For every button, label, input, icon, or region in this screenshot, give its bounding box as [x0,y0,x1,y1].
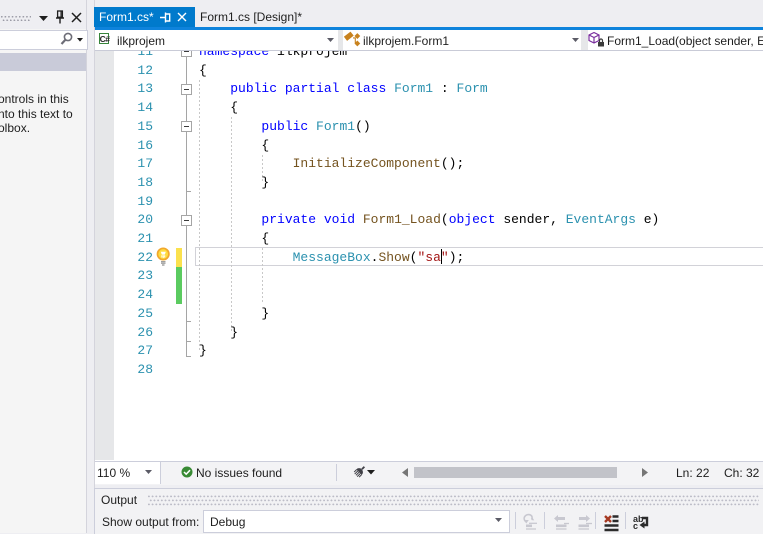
svg-text:c: c [633,521,638,531]
